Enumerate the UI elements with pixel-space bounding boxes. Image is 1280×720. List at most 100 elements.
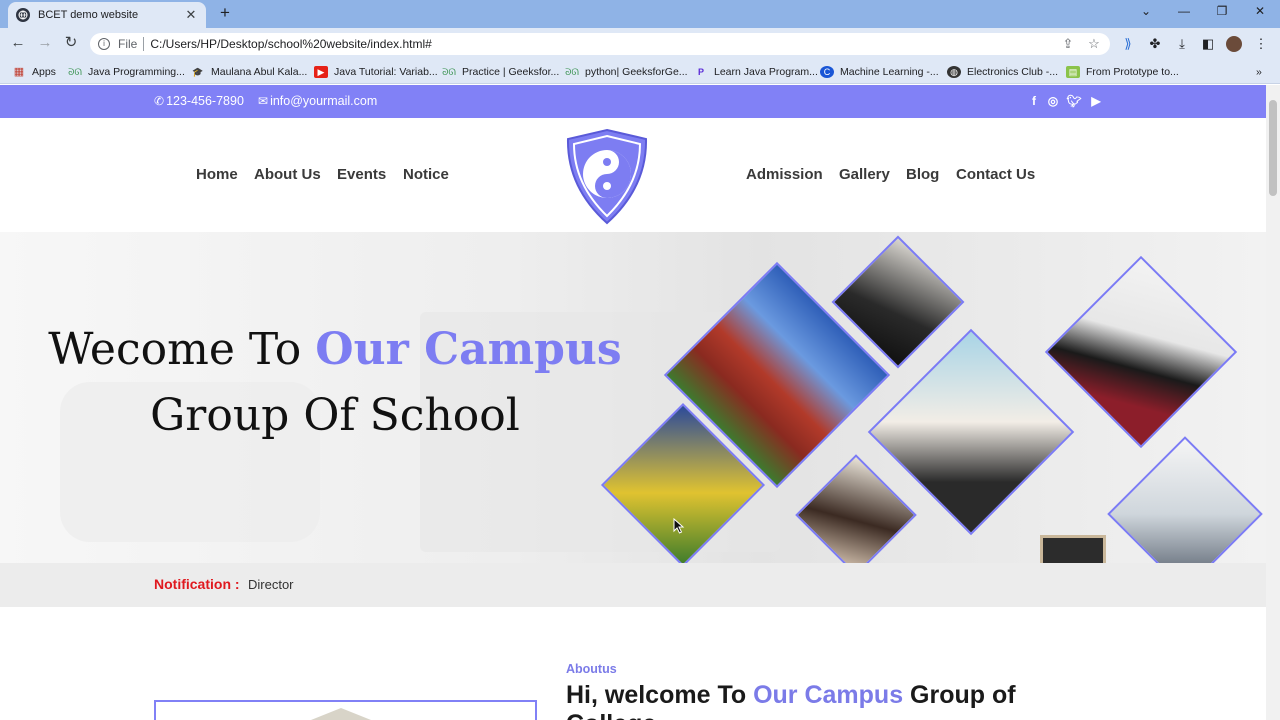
- tab-search-icon[interactable]: ⌄: [1136, 4, 1156, 18]
- website-viewport: ✆ 123-456-7890 ✉ info@yourmail.com f ◎ 🐦…: [0, 85, 1266, 720]
- share-icon[interactable]: ⇪: [1058, 36, 1078, 52]
- bookmark-label: Electronics Club -...: [967, 66, 1059, 78]
- bookmark-label: Apps: [32, 66, 56, 78]
- bookmarks-overflow-icon[interactable]: »: [1256, 64, 1262, 80]
- bookmark-learn-java[interactable]: P Learn Java Program...: [694, 64, 818, 80]
- side-panel-icon[interactable]: ◧: [1199, 36, 1217, 52]
- browser-tab-strip: BCET demo website ✕ + ⌄ — ❐ ✕: [0, 0, 1280, 28]
- nav-notice[interactable]: Notice: [403, 166, 449, 183]
- nav-blog[interactable]: Blog: [906, 166, 939, 183]
- about-tag: Aboutus: [566, 662, 617, 676]
- notification-text[interactable]: Director: [248, 577, 294, 592]
- restore-icon[interactable]: ❐: [1212, 4, 1232, 18]
- envelope-icon: ✉: [258, 94, 269, 108]
- programiz-icon: P: [697, 67, 704, 77]
- nav-events[interactable]: Events: [337, 166, 386, 183]
- mouse-cursor-icon: [673, 518, 685, 534]
- bookmark-electronics-club[interactable]: ◍ Electronics Club -...: [947, 64, 1058, 80]
- bookmark-prototype[interactable]: ▤ From Prototype to...: [1066, 64, 1179, 80]
- graduation-cap-icon: 🎓: [192, 67, 204, 77]
- bookmark-star-icon[interactable]: ☆: [1084, 36, 1104, 52]
- phone-contact[interactable]: ✆ 123-456-7890: [154, 94, 244, 108]
- bookmark-python-gfg[interactable]: ᘐᘏ python| GeeksforGe...: [565, 64, 688, 80]
- bookmark-label: Learn Java Program...: [714, 66, 818, 78]
- nav-gallery[interactable]: Gallery: [839, 166, 890, 183]
- site-info-icon[interactable]: i: [98, 38, 110, 50]
- bookmark-apps[interactable]: ▦ Apps: [12, 64, 56, 80]
- bookmark-label: From Prototype to...: [1086, 66, 1179, 78]
- contact-topbar: ✆ 123-456-7890 ✉ info@yourmail.com f ◎ 🐦…: [0, 85, 1266, 118]
- profile-avatar[interactable]: [1226, 36, 1242, 52]
- facebook-icon[interactable]: f: [1026, 94, 1042, 108]
- minimize-icon[interactable]: —: [1174, 4, 1194, 18]
- nav-about-us[interactable]: About Us: [254, 166, 321, 183]
- graduate-portrait-diamond: [1044, 255, 1238, 449]
- hero-title-prefix: Wecome To: [48, 324, 316, 375]
- nav-admission[interactable]: Admission: [746, 166, 823, 183]
- geeksforgeeks-icon: ᘐᘏ: [442, 67, 456, 77]
- tab-close-icon[interactable]: ✕: [184, 7, 198, 23]
- hero-banner: Wecome To Our Campus Group Of School E=m…: [0, 232, 1266, 563]
- bookmark-maulana[interactable]: 🎓 Maulana Abul Kala...: [191, 64, 307, 80]
- bookmarks-bar: ▦ Apps ᘐᘏ Java Programming... 🎓 Maulana …: [0, 58, 1280, 84]
- c-logo-icon: C: [820, 66, 834, 78]
- youtube-icon[interactable]: ▶: [1088, 94, 1104, 108]
- reload-icon[interactable]: ↻: [62, 34, 80, 52]
- extension-wave-icon[interactable]: ⟫: [1119, 36, 1137, 52]
- tab-title: BCET demo website: [38, 9, 139, 21]
- school-logo[interactable]: [562, 127, 652, 227]
- hero-title-accent: Our Campus: [315, 324, 622, 375]
- geeksforgeeks-icon: ᘐᘏ: [565, 67, 579, 77]
- youtube-icon: ▶: [314, 66, 328, 78]
- close-window-icon[interactable]: ✕: [1250, 4, 1270, 18]
- computer-lab-photo-diamond: [1107, 436, 1263, 563]
- about-title-line2: College: [566, 710, 656, 720]
- address-bar[interactable]: i File C:/Users/HP/Desktop/school%20webs…: [90, 33, 1110, 55]
- address-protocol: File: [118, 37, 138, 51]
- bookmark-label: Machine Learning -...: [840, 66, 939, 78]
- geeksforgeeks-icon: ᘐᘏ: [68, 67, 82, 77]
- address-url[interactable]: C:/Users/HP/Desktop/school%20website/ind…: [150, 37, 1058, 51]
- twitter-icon[interactable]: 🐦︎: [1066, 94, 1082, 108]
- about-title: Hi, welcome To Our Campus Group of: [566, 681, 1016, 710]
- about-building-roof: [306, 708, 376, 720]
- student-study-photo-diamond: [795, 454, 917, 563]
- notification-label: Notification :: [154, 576, 240, 592]
- hero-title-line2: Group Of School: [150, 390, 520, 441]
- bookmark-label: python| GeeksforGe...: [585, 66, 688, 78]
- about-title-prefix: Hi, welcome To: [566, 681, 754, 709]
- address-separator: [143, 37, 145, 51]
- about-title-accent: Our Campus: [753, 681, 904, 709]
- hero-title-line1: Wecome To Our Campus: [20, 324, 650, 375]
- notification-bar: Notification : Director: [0, 563, 1266, 607]
- bookmark-label: Maulana Abul Kala...: [211, 66, 308, 78]
- nav-home[interactable]: Home: [196, 166, 238, 183]
- bookmark-practice-gfg[interactable]: ᘐᘏ Practice | Geeksfor...: [442, 64, 559, 80]
- menu-kebab-icon[interactable]: ⋮: [1252, 36, 1270, 52]
- browser-tab[interactable]: BCET demo website ✕: [8, 2, 206, 28]
- phone-icon: ✆: [154, 94, 165, 108]
- bookmark-java-programming[interactable]: ᘐᘏ Java Programming...: [68, 64, 185, 80]
- blackboard-image: E=mc²: [1040, 535, 1106, 563]
- new-tab-button[interactable]: +: [216, 4, 234, 22]
- page-icon: ▤: [1066, 66, 1080, 78]
- bookmark-label: Practice | Geeksfor...: [462, 66, 560, 78]
- extensions-puzzle-icon[interactable]: ✤: [1146, 36, 1164, 52]
- download-icon[interactable]: ⤓: [1173, 36, 1191, 52]
- email-contact[interactable]: ✉ info@yourmail.com: [258, 94, 377, 108]
- phone-number: 123-456-7890: [166, 94, 244, 108]
- scrollbar-thumb[interactable]: [1269, 100, 1277, 196]
- nav-contact-us[interactable]: Contact Us: [956, 166, 1035, 183]
- forward-icon[interactable]: →: [36, 34, 54, 52]
- globe-icon: [16, 8, 30, 22]
- globe-icon: ◍: [947, 66, 961, 78]
- page-scrollbar[interactable]: [1266, 85, 1280, 720]
- bookmark-label: Java Tutorial: Variab...: [334, 66, 438, 78]
- about-image-frame: [154, 700, 537, 720]
- email-address: info@yourmail.com: [270, 94, 378, 108]
- back-icon[interactable]: ←: [9, 34, 27, 52]
- bookmark-java-tutorial[interactable]: ▶ Java Tutorial: Variab...: [314, 64, 438, 80]
- about-title-suffix: Group of: [903, 681, 1016, 709]
- bookmark-machine-learning[interactable]: C Machine Learning -...: [820, 64, 939, 80]
- instagram-icon[interactable]: ◎: [1045, 94, 1061, 108]
